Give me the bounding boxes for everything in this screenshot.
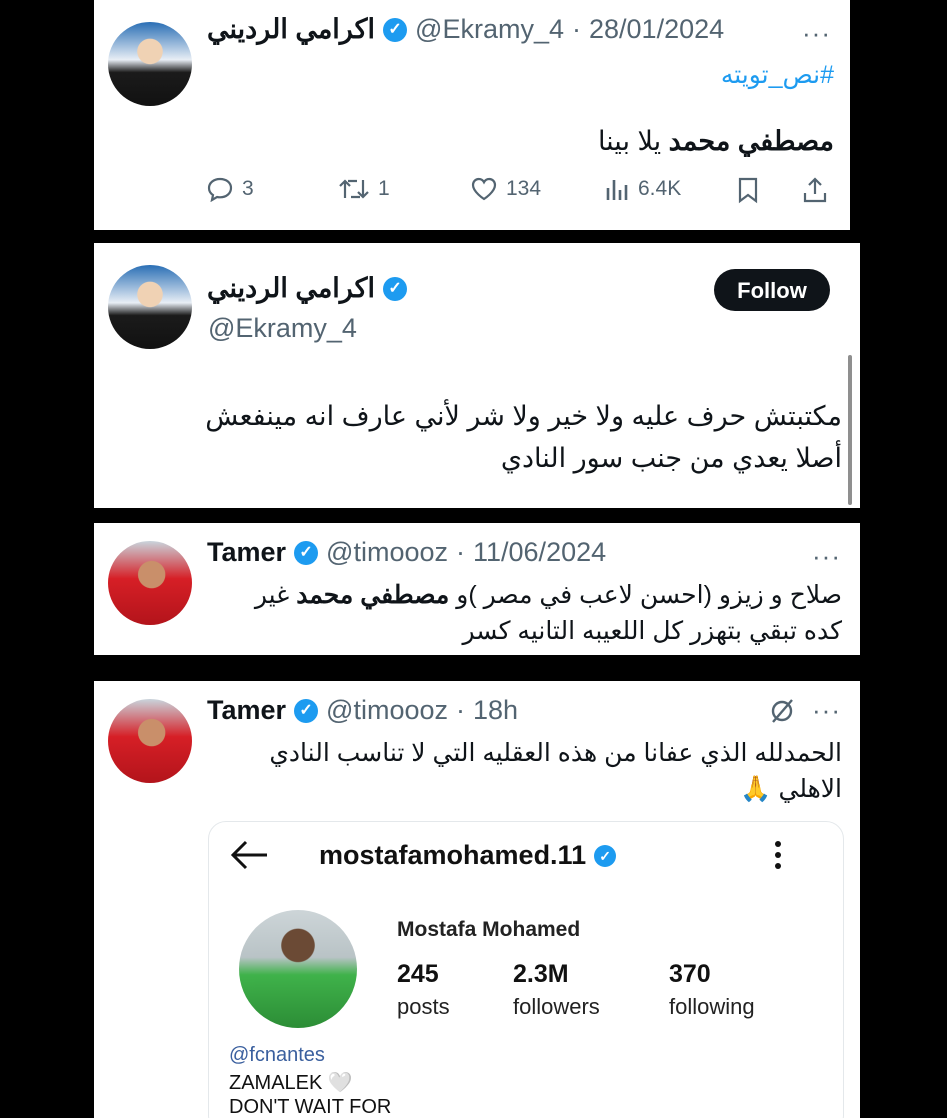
author-name[interactable]: Tamer	[207, 537, 286, 568]
author-handle[interactable]: @Ekramy_4	[208, 313, 357, 344]
verified-badge-icon: ✓	[594, 844, 617, 867]
separator-dot: ·	[572, 14, 581, 44]
tweet-text-line: الحمدلله الذي عفانا من هذه العقليه التي …	[269, 739, 842, 767]
ig-following-label: following	[669, 994, 755, 1019]
tweet-text-line: مكتبتش حرف عليه ولا خير ولا شر لأني عارف…	[205, 401, 842, 431]
ig-profile-picture	[239, 910, 357, 1028]
ig-followers-label: followers	[513, 994, 600, 1019]
author-line: اكرامي الرديني ✓	[207, 273, 408, 304]
separator-dot: ·	[456, 695, 465, 725]
follow-button[interactable]: Follow	[714, 269, 830, 311]
tweet-card-2: اكرامي الرديني ✓ @Ekramy_4 Follow مكتبتش…	[94, 243, 860, 508]
tweet-text-rest: يلا بينا	[597, 126, 662, 156]
tweet-text-line-1: صلاح و زيزو (احسن لاعب في مصر )و مصطفي م…	[255, 577, 842, 613]
more-dots-icon[interactable]: ···	[812, 541, 841, 572]
hashtag-link[interactable]: #نص_تويته	[721, 60, 834, 90]
more-dots-icon[interactable]: ···	[802, 18, 831, 49]
share-icon	[803, 177, 827, 203]
avatar[interactable]	[108, 541, 192, 625]
author-handle[interactable]: @timoooz	[326, 537, 448, 568]
author-handle[interactable]: @Ekramy_4	[415, 14, 564, 45]
ig-bio-line: DON'T WAIT FOR	[229, 1096, 392, 1118]
retweet-button[interactable]: 1	[338, 176, 390, 202]
ig-menu-icon[interactable]	[773, 840, 783, 875]
tweet-text-line: الاهلي 🙏	[740, 775, 842, 803]
reply-icon	[207, 177, 233, 202]
bookmark-icon	[738, 177, 758, 204]
share-button[interactable]	[802, 176, 828, 204]
author-name[interactable]: اكرامي الرديني	[207, 273, 375, 304]
heart-icon	[471, 177, 497, 201]
bookmark-button[interactable]	[736, 176, 760, 204]
author-handle[interactable]: @timoooz	[326, 695, 448, 726]
ig-display-name: Mostafa Mohamed	[397, 918, 581, 941]
like-button[interactable]: 134	[470, 176, 541, 202]
tweet-text: الحمدلله الذي عفانا من هذه العقليه التي …	[269, 735, 842, 807]
views-chart-icon	[606, 180, 628, 200]
back-arrow-icon[interactable]	[229, 838, 269, 877]
more-dots-icon[interactable]: ···	[812, 695, 841, 726]
grok-slash-icon[interactable]	[768, 697, 796, 730]
tweet-text-bold: مصطفي محمد	[296, 581, 450, 609]
tweet-text-line-2: كده تبقي بتهزر كل اللعيبه التانيه كسر	[462, 617, 842, 645]
tweet-time[interactable]: 18h	[473, 695, 518, 726]
ig-mention-link: @fcnantes	[229, 1044, 325, 1066]
tweet-date[interactable]: 28/01/2024	[589, 14, 724, 45]
tweet-text-bold: مصطفي محمد	[668, 126, 834, 156]
tweet-card-4: Tamer ✓ @timoooz · 18h ··· الحمدلله الذي…	[94, 681, 860, 1118]
ig-username: mostafamohamed.11	[319, 840, 587, 870]
tweet-date[interactable]: 11/06/2024	[473, 537, 606, 568]
ig-posts-count: 245	[397, 960, 439, 988]
attached-image[interactable]: mostafamohamed.11 ✓ Mostafa Mohamed 245 …	[208, 821, 844, 1118]
tweet-text: مكتبتش حرف عليه ولا خير ولا شر لأني عارف…	[205, 395, 842, 479]
avatar[interactable]	[108, 22, 192, 106]
tweet-header: Tamer ✓ @timoooz · 11/06/2024	[207, 537, 606, 568]
reply-count: 3	[242, 177, 254, 200]
ig-followers-count: 2.3M	[513, 960, 569, 988]
verified-badge-icon: ✓	[383, 17, 408, 42]
reply-button[interactable]: 3	[206, 176, 254, 202]
ig-header: mostafamohamed.11 ✓	[319, 840, 617, 871]
scrollbar[interactable]	[848, 355, 852, 505]
like-count: 134	[506, 177, 542, 200]
verified-badge-icon: ✓	[294, 540, 319, 565]
ig-bio-line: ZAMALEK 🤍	[229, 1072, 353, 1094]
verified-badge-icon: ✓	[383, 276, 408, 301]
avatar[interactable]	[108, 699, 192, 783]
retweet-count: 1	[378, 177, 390, 200]
views-count: 6.4K	[638, 177, 682, 200]
tweet-card-3: Tamer ✓ @timoooz · 11/06/2024 ··· صلاح و…	[94, 523, 860, 655]
tweet-card-1: اكرامي الرديني ✓ @Ekramy_4 · 28/01/2024 …	[94, 0, 850, 230]
tweet-text: مصطفي محمد يلا بينا	[598, 126, 834, 157]
ig-posts-label: posts	[397, 994, 450, 1019]
tweet-header: Tamer ✓ @timoooz · 18h	[207, 695, 518, 726]
views-button[interactable]: 6.4K	[604, 176, 681, 202]
tweet-text: صلاح و زيزو (احسن لاعب في مصر )و مصطفي م…	[255, 577, 842, 649]
tweet-header: اكرامي الرديني ✓ @Ekramy_4 · 28/01/2024	[207, 14, 724, 45]
avatar[interactable]	[108, 265, 192, 349]
tweet-text-line: أصلا يعدي من جنب سور النادي	[500, 443, 842, 473]
author-name[interactable]: اكرامي الرديني	[207, 14, 375, 45]
verified-badge-icon: ✓	[294, 698, 319, 723]
author-name[interactable]: Tamer	[207, 695, 286, 726]
retweet-icon	[339, 179, 369, 199]
tweet-text-b: غير	[254, 581, 290, 609]
separator-dot: ·	[456, 537, 465, 567]
ig-following-count: 370	[669, 960, 711, 988]
tweet-text-a: صلاح و زيزو (احسن لاعب في مصر )و	[456, 581, 842, 609]
